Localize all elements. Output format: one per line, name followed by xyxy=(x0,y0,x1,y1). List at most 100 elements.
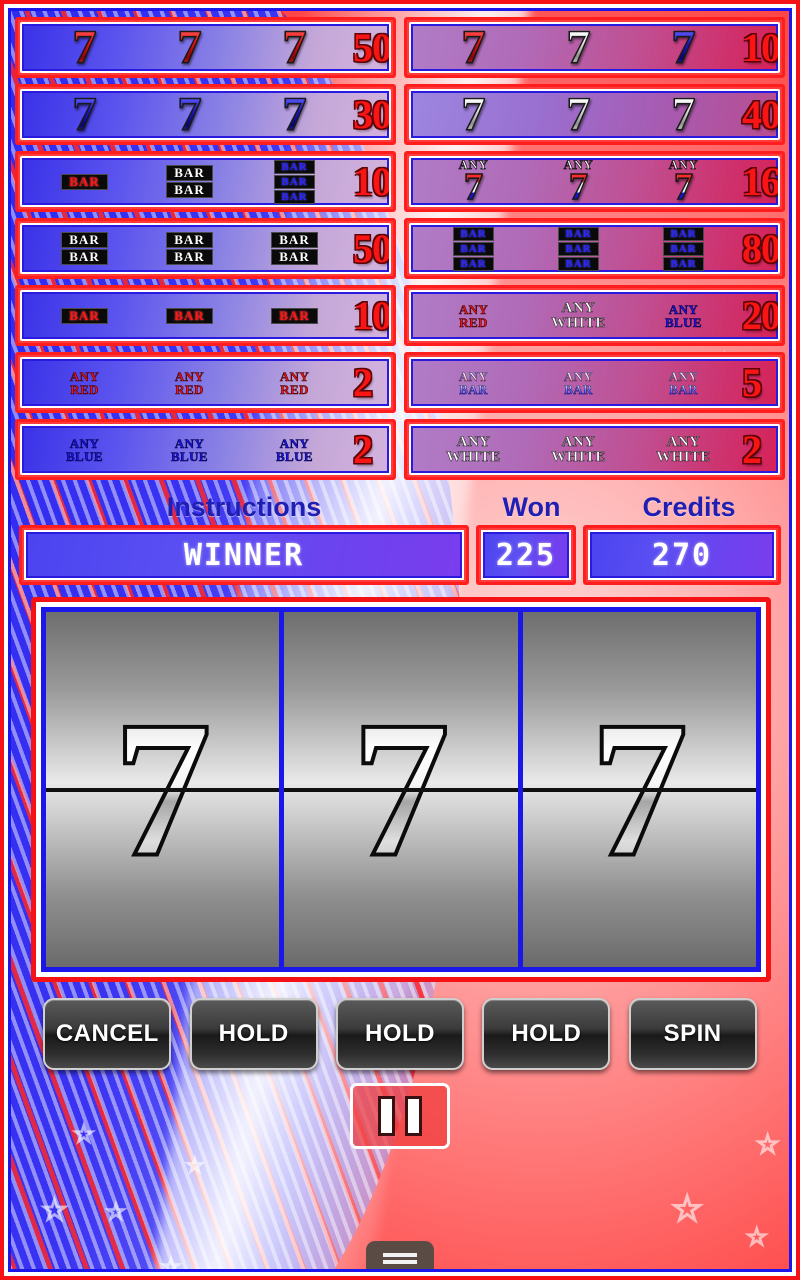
symbol-bar-red-single: BAR xyxy=(242,292,347,339)
paytable-row-7white[interactable]: 7 7 7 400 xyxy=(404,84,785,145)
won-label: Won xyxy=(502,492,561,522)
paytable-row-anyred[interactable]: ANY RED ANY RED ANY RED 2 xyxy=(15,352,396,413)
hold-button-2[interactable]: HOLD xyxy=(335,998,464,1070)
control-button-row: CANCEL HOLD HOLD HOLD SPIN xyxy=(11,989,789,1079)
status-fields-row: WINNER 225 270 xyxy=(11,523,789,585)
won-value: 225 xyxy=(495,537,557,573)
payout-value: 5 xyxy=(742,360,762,405)
symbol-any-red: ANY RED xyxy=(458,301,489,330)
symbol-any-white: ANY WHITE xyxy=(551,433,606,465)
paytable-row-rwbany[interactable]: ANY RED ANY WHITE ANY BLUE 20 xyxy=(404,285,785,346)
payline xyxy=(522,787,756,792)
paytable-column-left: 7 7 7 500 7 7 7 3 xyxy=(15,17,396,491)
symbol-bar-white-double: BAR BAR xyxy=(137,225,242,272)
symbol-group: ANY BLUE ANY BLUE ANY BLUE xyxy=(32,426,347,473)
payline xyxy=(46,787,280,792)
won-display: 225 xyxy=(476,525,576,585)
menu-icon-line xyxy=(383,1252,417,1257)
symbol-group: 7 7 7 xyxy=(421,22,736,73)
symbol-seven-red: 7 xyxy=(72,22,98,73)
reel-window: 7 7 7 xyxy=(31,597,771,982)
symbol-seven-blue: 7 xyxy=(282,89,308,140)
reel-2[interactable]: 7 xyxy=(284,612,518,967)
symbol-bar-red-single: BAR xyxy=(32,292,137,339)
symbol-group: BAR BAR BAR BAR BAR BAR xyxy=(32,158,347,205)
symbol-group: BAR BAR BAR BAR BAR BAR xyxy=(32,225,347,272)
symbol-seven-red: 7 xyxy=(177,22,203,73)
paytable-row-anywhite[interactable]: ANY WHITE ANY WHITE ANY WHITE 2 xyxy=(404,419,785,480)
symbol-any-blue: ANY BLUE xyxy=(170,435,208,464)
hold-button-3[interactable]: HOLD xyxy=(482,998,611,1070)
payout-value: 2 xyxy=(353,427,373,472)
symbol-seven-blue: 7 xyxy=(72,89,98,140)
symbol-seven-white: 7 xyxy=(671,89,697,140)
symbol-any-white: ANY WHITE xyxy=(551,299,606,331)
symbol-bar-blue-triple: BAR BAR BAR xyxy=(242,158,347,205)
symbol-any-red: ANY RED xyxy=(279,368,310,397)
symbol-any-bar: ANY BAR xyxy=(458,368,489,397)
symbol-seven-red: 7 xyxy=(461,22,487,73)
paytable-row-any7[interactable]: ANY7 ANY7 ANY7 160 xyxy=(404,151,785,212)
symbol-seven-white: 7 xyxy=(566,89,592,140)
symbol-seven-white: 7 xyxy=(461,89,487,140)
paytable-row-anybar[interactable]: ANY BAR ANY BAR ANY BAR 5 xyxy=(404,352,785,413)
cancel-button[interactable]: CANCEL xyxy=(43,998,172,1070)
payout-value: 400 xyxy=(742,92,780,137)
game-stage: ☆ ☆ ☆ ☆ ☆ ☆ ☆ ☆ ☆ ☆ ☆ 7 7 7 xyxy=(11,11,789,1269)
paytable-row-7red[interactable]: 7 7 7 500 xyxy=(15,17,396,78)
pause-button-row xyxy=(11,1083,789,1153)
menu-icon-line xyxy=(383,1259,417,1264)
symbol-any-red: ANY RED xyxy=(69,368,100,397)
paytable-row-anyblue[interactable]: ANY BLUE ANY BLUE ANY BLUE 2 xyxy=(15,419,396,480)
symbol-group: 7 7 7 xyxy=(32,22,347,73)
instructions-value: WINNER xyxy=(183,537,305,573)
paytable-row-doublebar[interactable]: BAR BAR BAR BAR BAR BAR 50 xyxy=(15,218,396,279)
symbol-bar-red-single: BAR xyxy=(137,292,242,339)
payout-value: 100 xyxy=(353,159,391,204)
symbol-any-seven: ANY 7 xyxy=(458,157,489,207)
reel-1[interactable]: 7 xyxy=(46,612,280,967)
paytable-row-mixedbar[interactable]: BAR BARBAR BARBARBAR 100 xyxy=(15,151,396,212)
payout-value: 500 xyxy=(353,25,391,70)
symbol-any-blue: ANY BLUE xyxy=(664,301,702,330)
symbol-group: BAR BAR BAR xyxy=(32,292,347,339)
symbol-group: BAR BAR BAR BAR BAR BAR BAR BAR BAR xyxy=(421,225,736,272)
symbol-bar-blue-triple: BAR BAR BAR xyxy=(631,225,736,272)
credits-value: 270 xyxy=(651,537,713,573)
system-menu-button[interactable] xyxy=(366,1241,434,1269)
symbol-bar-white-double: BAR BAR xyxy=(137,158,242,205)
symbol-bar-red-single: BAR xyxy=(32,158,137,205)
status-bar: Instructions Won Credits WINNER 225 270 xyxy=(11,491,789,591)
payout-value: 80 xyxy=(742,226,780,271)
symbol-any-seven: ANY 7 xyxy=(668,157,699,207)
pause-button[interactable] xyxy=(350,1083,450,1149)
instructions-label: Instructions xyxy=(166,492,322,522)
symbol-group: ANY WHITE ANY WHITE ANY WHITE xyxy=(421,426,736,473)
symbol-seven-blue: 7 xyxy=(177,89,203,140)
paytable: 7 7 7 500 7 7 7 3 xyxy=(11,11,789,491)
paytable-row-7blue[interactable]: 7 7 7 300 xyxy=(15,84,396,145)
paytable-row-triplebar[interactable]: BAR BAR BAR BAR BAR BAR BAR BAR BAR 80 xyxy=(404,218,785,279)
payout-value: 300 xyxy=(353,92,391,137)
hold-button-1[interactable]: HOLD xyxy=(189,998,318,1070)
symbol-bar-blue-triple: BAR BAR BAR xyxy=(421,225,526,272)
symbol-any-blue: ANY BLUE xyxy=(65,435,103,464)
symbol-group: ANY BAR ANY BAR ANY BAR xyxy=(421,359,736,406)
symbol-group: 7 7 7 xyxy=(32,89,347,140)
symbol-seven-blue: 7 xyxy=(671,22,697,73)
payout-value: 2 xyxy=(742,427,762,472)
symbol-group: 7 7 7 xyxy=(421,89,736,140)
paytable-row-rwb7[interactable]: 7 7 7 1000 xyxy=(404,17,785,78)
payout-value: 20 xyxy=(742,293,780,338)
payout-value: 50 xyxy=(353,226,391,271)
symbol-any-white: ANY WHITE xyxy=(656,433,711,465)
reel-strip-container: 7 7 7 xyxy=(41,607,761,972)
symbol-seven-red: 7 xyxy=(282,22,308,73)
paytable-row-singlebar[interactable]: BAR BAR BAR 10 xyxy=(15,285,396,346)
payline xyxy=(284,787,518,792)
symbol-bar-blue-triple: BAR BAR BAR xyxy=(526,225,631,272)
spin-button[interactable]: SPIN xyxy=(628,998,757,1070)
symbol-any-blue: ANY BLUE xyxy=(275,435,313,464)
instructions-display[interactable]: WINNER xyxy=(19,525,469,585)
reel-3[interactable]: 7 xyxy=(522,612,756,967)
